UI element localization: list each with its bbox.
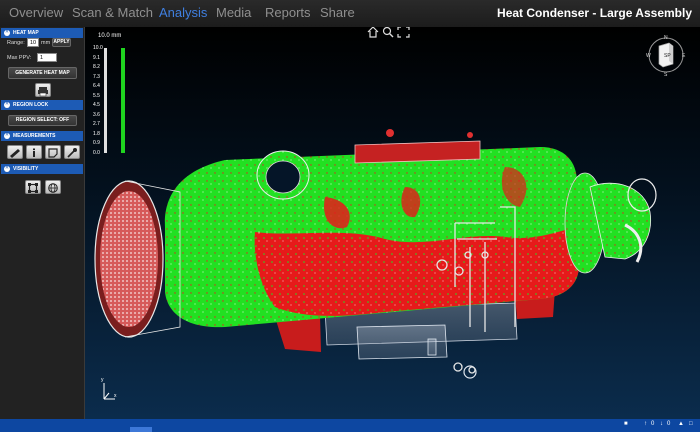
section-region-lock[interactable]: ^ REGION LOCK <box>1 100 83 110</box>
screen-icon: □ <box>689 421 693 427</box>
tab-reports[interactable]: Reports <box>265 5 311 20</box>
arrow-down-icon: ↓ <box>660 421 663 427</box>
max-ppv-label: Max PPV: <box>7 55 32 61</box>
app-title: Heat Condenser - Large Assembly <box>497 6 692 20</box>
tab-media[interactable]: Media <box>216 5 251 20</box>
note-icon <box>48 148 58 158</box>
cloud-icon: ▲ <box>678 421 684 427</box>
info-tool-button[interactable] <box>26 145 42 159</box>
tab-analysis[interactable]: Analysis <box>159 5 207 20</box>
region-select-button[interactable]: REGION SELECT: OFF <box>8 115 77 126</box>
chevron-up-icon: ^ <box>4 29 10 36</box>
max-ppv-input[interactable]: 1 <box>37 53 57 62</box>
globe-toggle[interactable] <box>45 180 61 194</box>
down-count: 0 <box>667 421 671 427</box>
export-heat-map-button[interactable] <box>35 83 51 97</box>
section-visibility[interactable]: ^ VISIBILITY <box>1 164 83 174</box>
section-measurements-title: MEASUREMENTS <box>13 133 56 139</box>
sidebar-panel: ^ HEAT MAP Range: 10 mm APPLY Max PPV: 1 … <box>0 27 85 419</box>
printer-icon <box>38 87 48 97</box>
section-measurements[interactable]: ^ MEASUREMENTS <box>1 131 83 141</box>
3d-viewport[interactable]: 10.0 mm 10.0 9.1 8.2 7.3 6.4 5.5 4.5 3.6… <box>85 27 700 419</box>
apply-button[interactable]: APPLY <box>52 38 71 47</box>
axis-y-label: y <box>101 377 104 383</box>
probe-icon <box>67 148 77 158</box>
rear-head <box>564 172 657 274</box>
axis-x-label: x <box>114 393 117 399</box>
chevron-up-icon: ^ <box>4 165 10 172</box>
tab-share[interactable]: Share <box>320 5 355 20</box>
lock-icon: ■ <box>624 421 628 427</box>
top-nozzle <box>256 150 310 200</box>
heat-map-model[interactable]: x y <box>85 27 700 419</box>
range-unit: mm <box>41 40 51 46</box>
chevron-up-icon: ^ <box>4 132 10 139</box>
note-tool-button[interactable] <box>45 145 61 159</box>
range-input[interactable]: 10 <box>27 38 39 47</box>
generate-heat-map-button[interactable]: GENERATE HEAT MAP <box>8 67 77 79</box>
taskbar-indicator <box>130 427 152 432</box>
chevron-up-icon: ^ <box>4 101 10 108</box>
ruler-icon <box>10 149 20 158</box>
section-region-lock-title: REGION LOCK <box>13 102 49 108</box>
section-visibility-title: VISIBILITY <box>13 166 39 172</box>
frame-icon <box>28 183 38 193</box>
info-icon <box>33 148 35 157</box>
up-count: 0 <box>651 421 655 427</box>
bounding-box-toggle[interactable] <box>25 180 41 194</box>
probe-tool-button[interactable] <box>64 145 80 159</box>
axis-triad: x y <box>101 377 117 400</box>
tab-overview[interactable]: Overview <box>9 5 63 20</box>
status-bar: ■ ↑ 0 ↓ 0 ▲ □ <box>0 419 700 432</box>
globe-icon <box>48 183 58 193</box>
section-heat-map-title: HEAT MAP <box>13 30 39 36</box>
section-heat-map[interactable]: ^ HEAT MAP <box>1 28 83 38</box>
range-label: Range: <box>7 40 25 46</box>
arrow-up-icon: ↑ <box>644 421 647 427</box>
top-menu-bar: Overview Scan & Match Analysis Media Rep… <box>0 0 700 28</box>
tab-scan-match[interactable]: Scan & Match <box>72 5 153 20</box>
top-plate <box>354 140 481 164</box>
distance-tool-button[interactable] <box>7 145 23 159</box>
